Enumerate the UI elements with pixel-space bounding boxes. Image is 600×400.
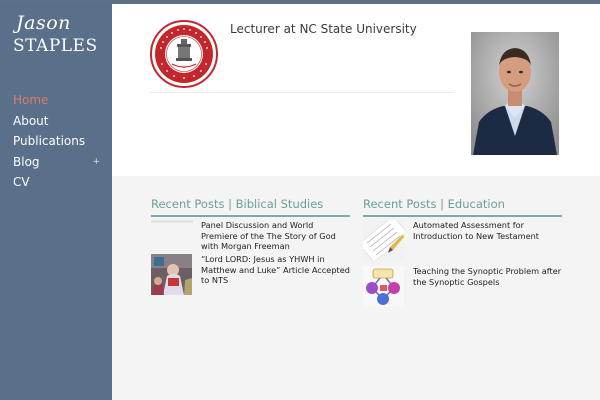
nav-item-label: Publications [13,134,86,148]
nc-state-university-seal-icon [150,20,218,88]
site-logo[interactable]: Jason STAPLES [12,12,104,60]
content-area: Recent Posts | Biblical Studies Panel Di… [112,176,600,400]
site-tagline: Lecturer at NC State University [230,22,417,36]
nav-item-cv[interactable]: CV [0,172,112,193]
post-title-link[interactable]: Panel Discussion and World Premiere of t… [201,220,351,252]
post-title-link[interactable]: Automated Assessment for Introduction to… [413,220,563,241]
expand-icon[interactable]: + [92,152,100,172]
section-title: Recent Posts | Biblical Studies [151,197,324,211]
nav-item-about[interactable]: About [0,111,112,132]
page-header: Lecturer at NC State University [112,4,600,176]
post-thumbnail[interactable] [363,266,404,307]
header-divider [150,92,454,93]
nav-item-publications[interactable]: Publications [0,131,112,152]
section-divider [151,215,350,217]
nav-item-label: CV [13,175,30,189]
nav-item-label: Home [13,93,49,107]
post-thumbnail[interactable] [151,254,192,295]
section-title: Recent Posts | Education [363,197,505,211]
recent-posts-biblical: Recent Posts | Biblical Studies Panel Di… [151,196,350,295]
recent-posts-education: Recent Posts | Education Automated Asses… [363,196,562,307]
logo-last-name: STAPLES [13,36,98,56]
main-nav: Home About Publications Blog + CV [0,90,112,193]
nav-item-label: Blog [13,154,40,169]
section-divider [363,215,562,217]
sidebar: Jason STAPLES Home About Publications Bl… [0,0,112,400]
main-area: Lecturer at NC State University Recent P… [112,4,600,400]
post-thumbnail [151,220,193,223]
nav-item-label: About [13,113,49,128]
nav-item-blog[interactable]: Blog + [0,152,112,173]
nav-item-home[interactable]: Home [0,90,112,111]
profile-photo [471,32,559,155]
logo-first-name: Jason [16,12,71,34]
post-title-link[interactable]: Teaching the Synoptic Problem after the … [413,266,563,287]
post-title-link[interactable]: “Lord LORD: Jesus as YHWH in Matthew and… [201,254,351,286]
post-thumbnail[interactable] [363,220,404,261]
